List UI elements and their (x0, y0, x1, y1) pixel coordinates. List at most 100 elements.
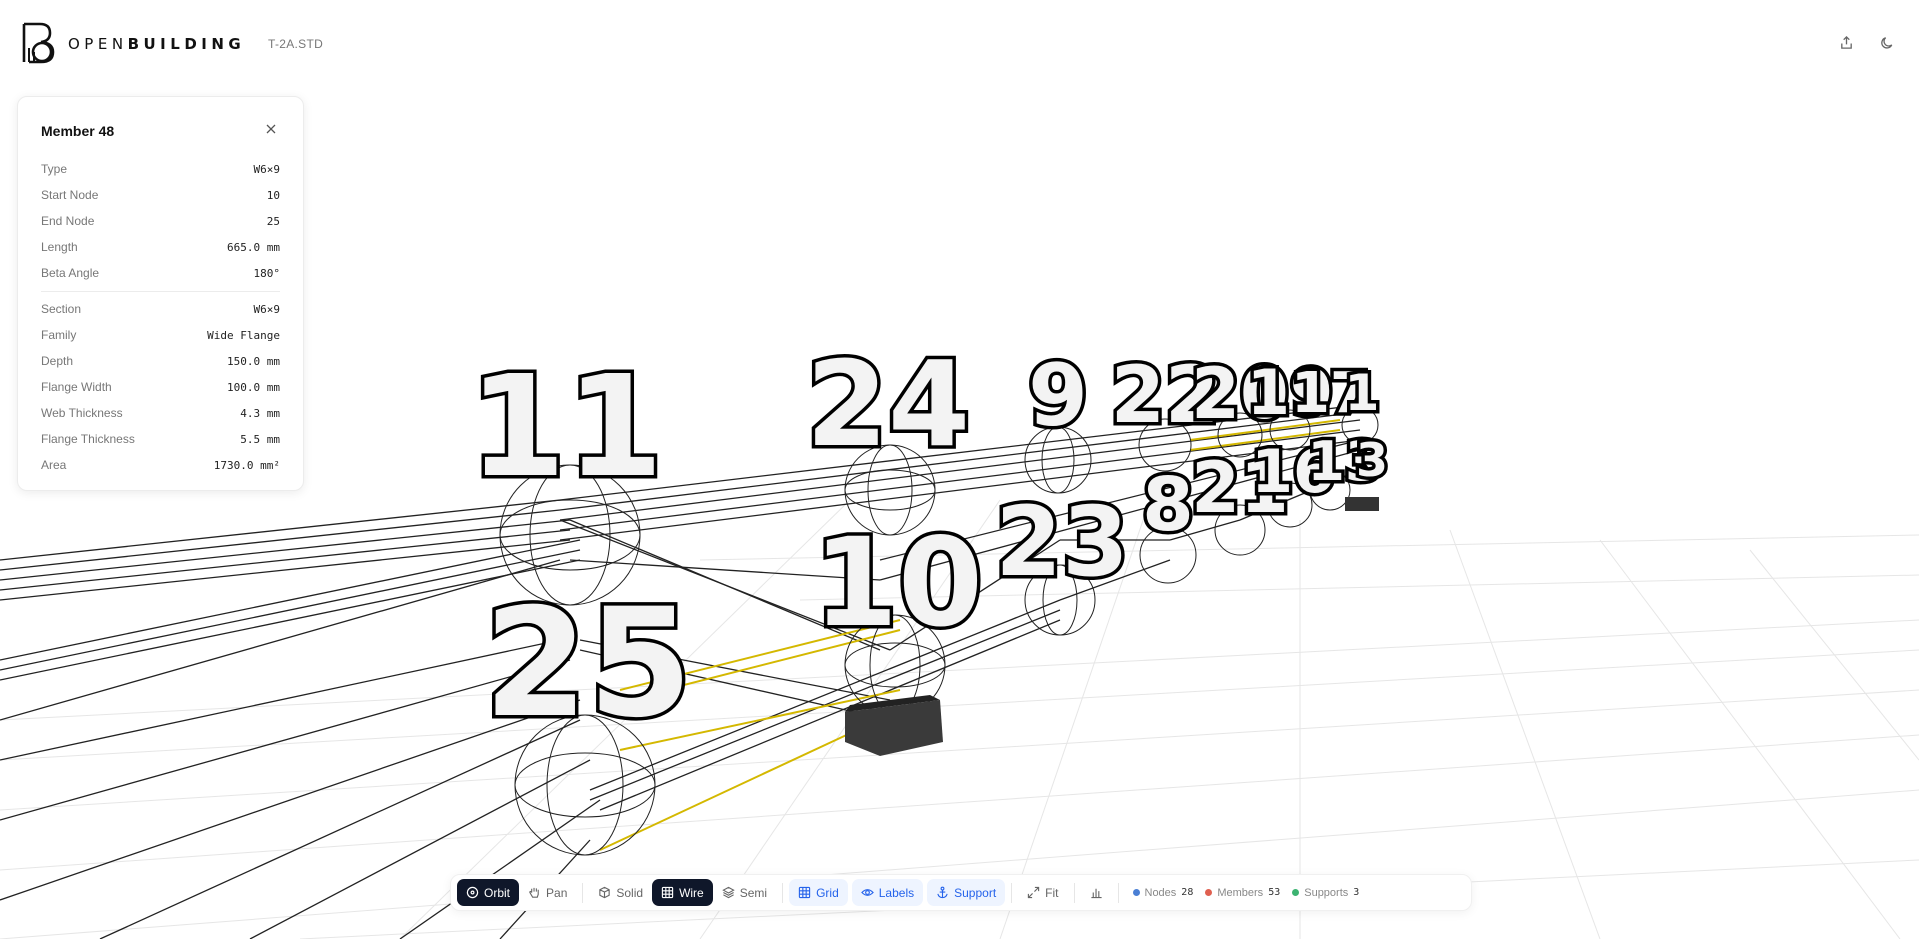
property-label: Depth (41, 354, 74, 368)
brand-name: OPENBUILDING (68, 35, 245, 53)
property-value: 180° (253, 266, 281, 280)
export-button[interactable] (1835, 31, 1857, 53)
labels-label: Labels (878, 885, 915, 900)
node-label-10: 10 (813, 512, 983, 654)
stat-supports-count: 3 (1353, 887, 1360, 898)
anchor-icon (937, 886, 948, 899)
property-row-flange-width: Flange Width 100.0 mm (41, 374, 280, 400)
property-row-depth: Depth 150.0 mm (41, 348, 280, 374)
stat-members-count: 53 (1268, 887, 1281, 898)
node-label-23: 23 (995, 486, 1129, 598)
property-value: Wide Flange (207, 328, 280, 342)
wireframe-grid-icon (661, 886, 674, 899)
fit-label: Fit (1045, 885, 1059, 900)
property-value: 665.0 mm (227, 240, 280, 254)
member-properties-panel: Member 48 Type W6×9 Start Node 10 End Node… (17, 96, 304, 491)
property-label: End Node (41, 214, 95, 228)
orbit-icon (466, 886, 479, 899)
property-value: 25 (266, 214, 280, 228)
nodes-dot-icon (1132, 889, 1140, 896)
node-label-8: 8 (1142, 462, 1194, 548)
stat-nodes-label: Nodes (1144, 886, 1177, 899)
property-value: 100.0 mm (227, 380, 280, 394)
semi-label: Semi (739, 885, 768, 900)
solid-button[interactable]: Solid (589, 879, 652, 906)
support-label: Support (954, 885, 997, 900)
property-label: Section (41, 302, 82, 316)
semi-button[interactable]: Semi (713, 879, 776, 906)
close-icon (266, 124, 276, 134)
orbit-label: Orbit (484, 885, 511, 900)
members-dot-icon (1205, 889, 1213, 896)
pan-label: Pan (546, 885, 568, 900)
property-label: Start Node (41, 188, 99, 202)
layers-icon (721, 886, 735, 899)
node-label-11: 11 (469, 346, 664, 509)
panel-title: Member 48 (41, 123, 115, 139)
cube-icon (599, 886, 611, 899)
node-label-24: 24 (806, 335, 970, 473)
divider (41, 291, 280, 292)
property-label: Web Thickness (41, 406, 123, 420)
file-name: T-2A.STD (268, 37, 324, 51)
node-label-25: 25 (484, 577, 693, 751)
close-panel-button[interactable] (263, 121, 279, 137)
property-label: Type (41, 162, 68, 176)
fit-button[interactable]: Fit (1018, 879, 1067, 906)
property-label: Flange Width (41, 380, 112, 394)
supports-dot-icon (1292, 889, 1300, 896)
brand-name-light: OPEN (68, 35, 128, 53)
hand-icon (529, 887, 539, 898)
property-rows: Type W6×9 Start Node 10 End Node 25 Length 6… (41, 156, 280, 478)
property-label: Beta Angle (41, 266, 100, 280)
toolbar-divider (782, 882, 784, 903)
theme-toggle-button[interactable] (1876, 31, 1898, 53)
property-row-length: Length 665.0 mm (41, 234, 280, 260)
node-label-1: 1 (1345, 364, 1380, 422)
property-label: Length (41, 240, 78, 254)
property-row-start-node: Start Node 10 (41, 182, 280, 208)
eye-icon (860, 889, 874, 896)
wire-label: Wire (679, 885, 704, 900)
property-value: 1730.0 mm² (213, 458, 280, 472)
property-row-web-thickness: Web Thickness 4.3 mm (41, 400, 280, 426)
toolbar-divider (1073, 882, 1075, 903)
support-toggle-button[interactable]: Support (927, 879, 1006, 906)
stat-members: Members 53 (1205, 887, 1280, 899)
brand: OPENBUILDING (20, 22, 245, 66)
property-row-section: Section W6×9 (41, 296, 280, 322)
grid-icon (798, 886, 811, 899)
orbit-button[interactable]: Orbit (457, 879, 520, 906)
grid-toggle-button[interactable]: Grid (789, 879, 848, 906)
property-value: 5.5 mm (240, 432, 280, 446)
property-value: W6×9 (253, 302, 281, 316)
property-value: 4.3 mm (240, 406, 280, 420)
property-value: 150.0 mm (227, 354, 280, 368)
labels-toggle-button[interactable]: Labels (851, 879, 924, 906)
property-value: 10 (266, 188, 280, 202)
property-row-flange-thickness: Flange Thickness 5.5 mm (41, 426, 280, 452)
solid-label: Solid (616, 885, 644, 900)
share-upload-icon (1840, 35, 1852, 49)
property-row-family: Family Wide Flange (41, 322, 280, 348)
property-row-end-node: End Node 25 (41, 208, 280, 234)
property-row-beta-angle: Beta Angle 180° (41, 260, 280, 286)
property-value: W6×9 (253, 162, 281, 176)
stat-supports-label: Supports (1304, 886, 1349, 899)
wire-button[interactable]: Wire (652, 879, 713, 906)
toolbar-divider (1117, 882, 1119, 903)
property-label: Flange Thickness (41, 432, 135, 446)
openbuilding-logo-icon (22, 22, 55, 64)
grid-label: Grid (816, 885, 839, 900)
brand-name-bold: BUILDING (127, 35, 246, 53)
node-label-3: 3 (1356, 433, 1388, 487)
property-row-area: Area 1730.0 mm² (41, 452, 280, 478)
node-label-9: 9 (1028, 346, 1088, 446)
stat-nodes-count: 28 (1181, 887, 1194, 898)
property-row-type: Type W6×9 (41, 156, 280, 182)
property-label: Family (41, 328, 77, 342)
moon-icon (1880, 36, 1892, 49)
pan-button[interactable]: Pan (519, 879, 576, 906)
stat-nodes: Nodes 28 (1132, 886, 1194, 899)
stats-button[interactable] (1081, 879, 1112, 906)
